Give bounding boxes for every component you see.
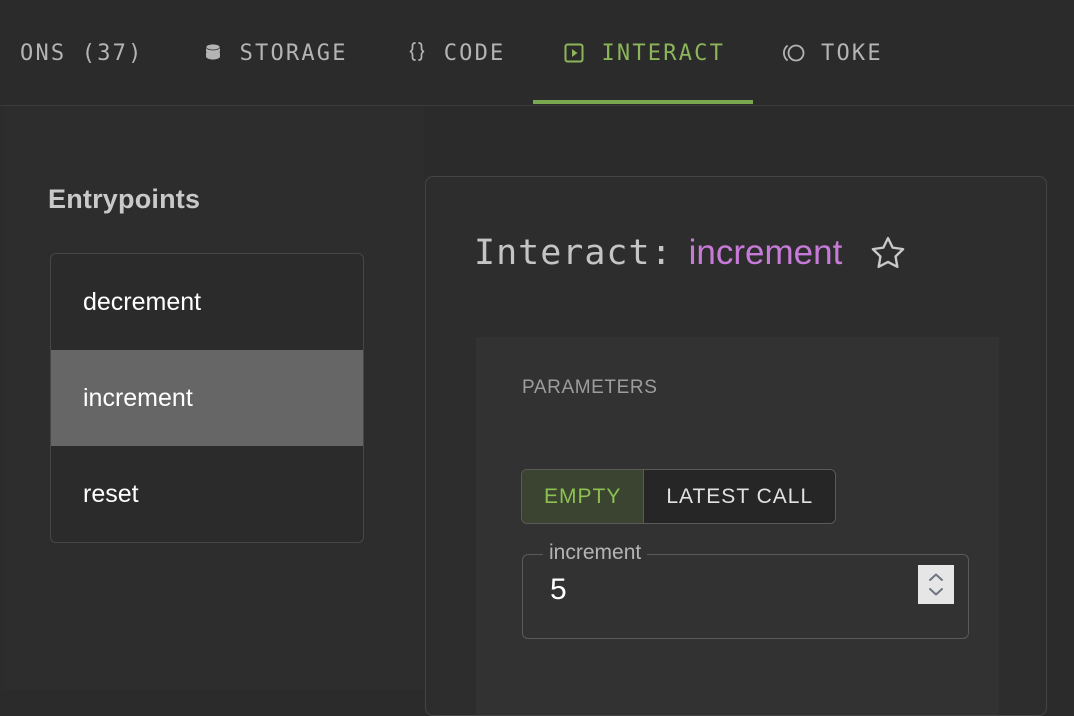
tab-code-label: CODE [443, 40, 506, 66]
page-title: Interact: increment [474, 233, 908, 273]
tab-interact[interactable]: INTERACT [533, 0, 753, 106]
tab-storage-label: STORAGE [239, 40, 348, 66]
entrypoints-sidebar: Entrypoints decrement increment reset [4, 106, 424, 690]
toggle-empty-label: EMPTY [544, 484, 622, 508]
stepper-up-down-icon[interactable] [918, 565, 954, 604]
star-outline-icon[interactable] [868, 233, 908, 273]
entrypoints-title: Entrypoints [48, 184, 201, 214]
page-title-prefix: Interact: [474, 233, 673, 273]
toggle-empty[interactable]: EMPTY [522, 470, 644, 523]
braces-icon [404, 40, 430, 66]
toggle-latest-call[interactable]: LATEST CALL [643, 470, 836, 523]
tab-code[interactable]: CODE [376, 0, 534, 106]
parameters-section-label: PARAMETERS [522, 377, 658, 398]
play-box-icon [561, 40, 587, 66]
sidebar-item-reset[interactable]: reset [51, 446, 363, 542]
contrast-circle-icon [781, 40, 807, 66]
increment-field[interactable]: increment 5 [522, 541, 969, 639]
increment-field-label: increment [543, 541, 648, 565]
tab-functions-label: ONS (37) [20, 40, 144, 66]
tab-tokens-label: TOKE [821, 40, 883, 66]
page-title-entrypoint-name: increment [688, 233, 843, 272]
database-icon [200, 40, 226, 66]
sidebar-item-label: reset [83, 479, 139, 508]
sidebar-item-label: decrement [83, 287, 202, 316]
entrypoints-list: decrement increment reset [50, 253, 364, 543]
main-tab-bar: ONS (37) STORAGE CODE INTERACT TOKE [0, 0, 1074, 106]
sidebar-item-decrement[interactable]: decrement [51, 254, 363, 350]
tab-strip: ONS (37) STORAGE CODE INTERACT TOKE [0, 0, 911, 106]
tab-functions[interactable]: ONS (37) [0, 0, 172, 106]
parameters-card: PARAMETERS EMPTY LATEST CALL increment 5 [476, 337, 999, 715]
tab-interact-label: INTERACT [601, 40, 726, 66]
toggle-latest-call-label: LATEST CALL [666, 484, 814, 508]
tab-storage[interactable]: STORAGE [172, 0, 376, 106]
increment-field-value: 5 [550, 573, 567, 606]
content-area: Entrypoints decrement increment reset In… [0, 106, 1074, 716]
sidebar-item-increment[interactable]: increment [51, 350, 363, 446]
sidebar-item-label: increment [83, 383, 193, 412]
tab-tokens[interactable]: TOKE [753, 0, 911, 106]
interact-panel: Interact: increment PARAMETERS EMPTY LAT… [425, 176, 1047, 716]
parameter-source-toggle: EMPTY LATEST CALL [521, 469, 837, 524]
